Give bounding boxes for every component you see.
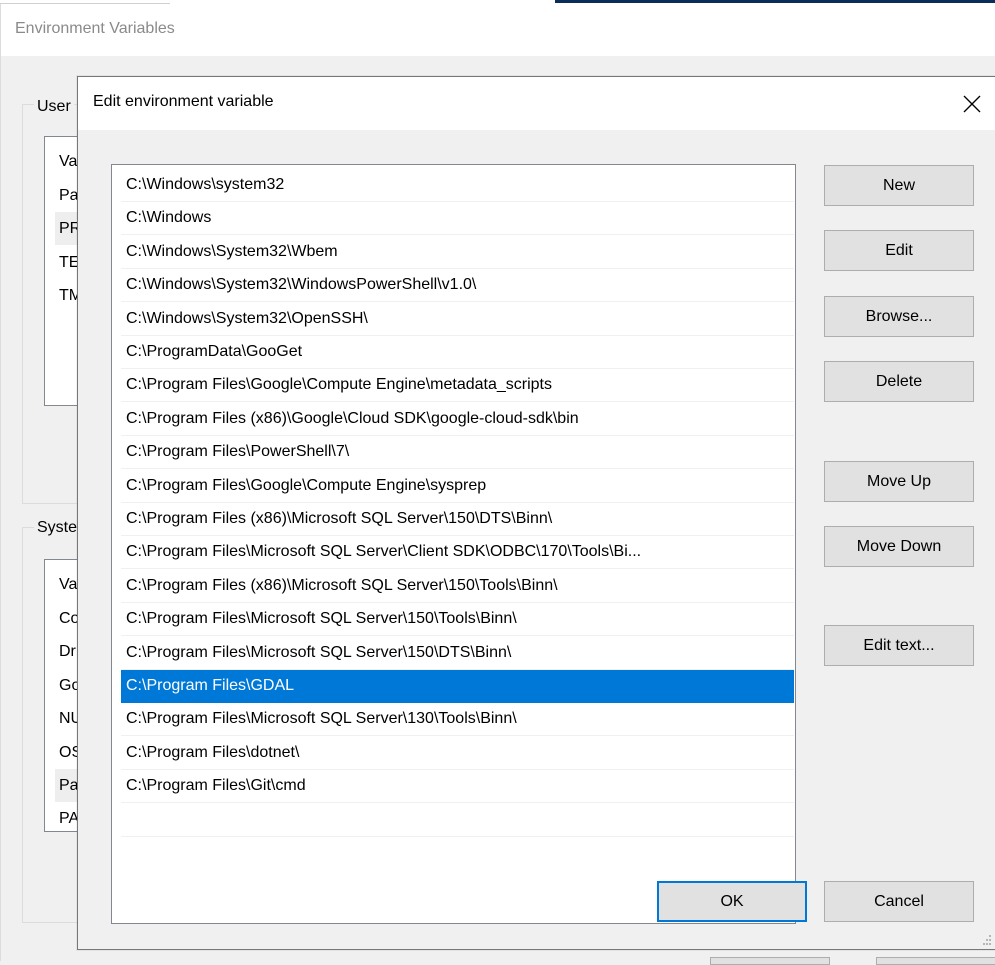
path-entry[interactable]: C:\Windows\system32 xyxy=(121,169,794,202)
path-entry[interactable]: C:\Program Files\Google\Compute Engine\s… xyxy=(121,470,794,503)
close-button[interactable] xyxy=(949,85,995,123)
edit-environment-variable-dialog: Edit environment variable C:\Windows\sys… xyxy=(77,76,995,950)
path-entry[interactable]: C:\Program Files\PowerShell\7\ xyxy=(121,436,794,470)
path-entry[interactable]: C:\Program Files (x86)\Google\Cloud SDK\… xyxy=(121,403,794,436)
path-entry[interactable]: C:\Program Files (x86)\Microsoft SQL Ser… xyxy=(121,503,794,536)
edit-button[interactable]: Edit xyxy=(824,230,974,271)
system-variables-column-header[interactable]: Va xyxy=(59,576,77,594)
system-variables-group-label: Syste xyxy=(34,519,81,537)
new-button[interactable]: New xyxy=(824,165,974,206)
path-entry[interactable]: C:\Program Files\Google\Compute Engine\m… xyxy=(121,369,794,403)
path-entry[interactable]: C:\Windows\System32\WindowsPowerShell\v1… xyxy=(121,269,794,303)
close-icon xyxy=(963,95,981,113)
move-down-button[interactable]: Move Down xyxy=(824,526,974,567)
dialog-title: Edit environment variable xyxy=(93,93,274,110)
resize-grip-icon[interactable] xyxy=(980,934,992,946)
move-up-button[interactable]: Move Up xyxy=(824,461,974,502)
path-entry[interactable]: C:\Program Files (x86)\Microsoft SQL Ser… xyxy=(121,570,794,603)
taskbar-edge xyxy=(555,0,995,3)
path-entry[interactable]: C:\Program Files\Git\cmd xyxy=(121,770,794,804)
cancel-button[interactable]: Cancel xyxy=(824,881,974,922)
environment-variables-titlebar: Environment Variables xyxy=(1,4,995,56)
path-entry[interactable]: C:\Program Files\Microsoft SQL Server\Cl… xyxy=(121,536,794,570)
path-entry-selected[interactable]: C:\Program Files\GDAL xyxy=(121,670,794,703)
background-ok-button[interactable] xyxy=(710,957,830,965)
browse-button[interactable]: Browse... xyxy=(824,296,974,337)
path-entry[interactable]: C:\Windows\System32\Wbem xyxy=(121,236,794,269)
path-entry[interactable]: C:\Windows\System32\OpenSSH\ xyxy=(121,303,794,336)
environment-variables-title: Environment Variables xyxy=(15,20,175,37)
path-entry[interactable] xyxy=(121,804,794,837)
user-variables-group-label: User xyxy=(34,98,74,116)
path-entry[interactable]: C:\Windows xyxy=(121,202,794,236)
path-entry[interactable]: C:\Program Files\dotnet\ xyxy=(121,737,794,770)
delete-button[interactable]: Delete xyxy=(824,361,974,402)
path-entries-list[interactable]: C:\Windows\system32 C:\Windows C:\Windows\… xyxy=(111,164,796,924)
path-entry[interactable]: C:\ProgramData\GooGet xyxy=(121,336,794,369)
path-entry[interactable]: C:\Program Files\Microsoft SQL Server\15… xyxy=(121,603,794,637)
ok-button[interactable]: OK xyxy=(657,881,807,922)
user-variables-column-header[interactable]: Va xyxy=(59,153,77,171)
path-entry[interactable]: C:\Program Files\Microsoft SQL Server\15… xyxy=(121,637,794,670)
edit-text-button[interactable]: Edit text... xyxy=(824,625,974,666)
path-entry[interactable]: C:\Program Files\Microsoft SQL Server\13… xyxy=(121,703,794,737)
dialog-titlebar: Edit environment variable xyxy=(78,77,995,130)
background-cancel-button[interactable] xyxy=(876,957,995,965)
